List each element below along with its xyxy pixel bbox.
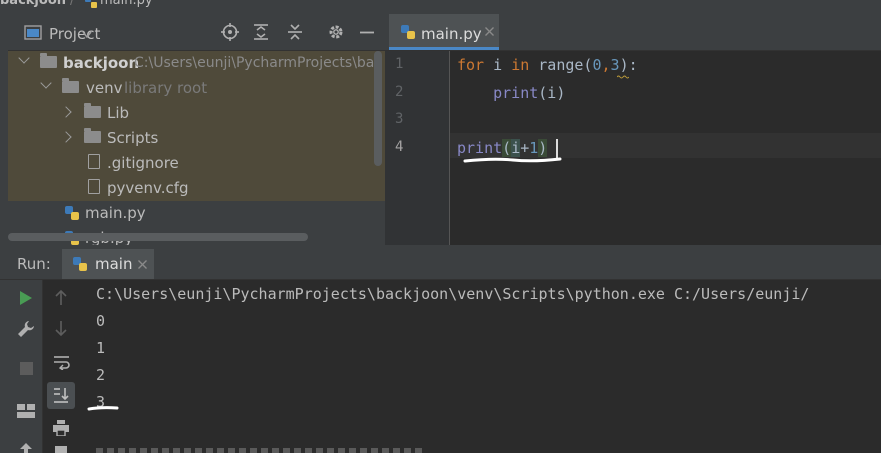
code-token: range( [529, 56, 593, 74]
tree-item-main-py[interactable]: main.py [8, 201, 385, 226]
run-toolbar-primary [0, 280, 43, 453]
python-file-icon [401, 25, 415, 39]
arrow-up-icon[interactable] [55, 290, 67, 306]
tree-item-scripts[interactable]: Scripts [8, 126, 385, 151]
chevron-down-icon[interactable] [18, 52, 30, 64]
tree-item-label: Scripts [107, 129, 159, 147]
chevron-right-icon[interactable] [60, 106, 72, 118]
tree-item-path: C:\Users\eunji\PycharmProjects\ba [134, 55, 375, 71]
python-file-icon [85, 0, 97, 8]
tree-item-pyvenv[interactable]: pyvenv.cfg [8, 176, 385, 201]
run-toolbar-secondary [43, 280, 79, 453]
tab-label: main.py [421, 25, 482, 43]
warning-squiggle [617, 75, 629, 79]
underline-annotation [463, 157, 562, 163]
tab-main-py[interactable]: main.py [389, 14, 499, 50]
collapse-all-icon[interactable] [287, 23, 303, 41]
expand-all-icon[interactable] [253, 23, 269, 41]
console-line: C:\Users\eunji\PycharmProjects\backjoon\… [96, 285, 810, 303]
console-line: 0 [96, 312, 106, 330]
tree-item-label: Lib [107, 104, 130, 122]
close-icon[interactable] [485, 27, 494, 36]
console-line: 2 [96, 366, 106, 384]
underline-annotation [87, 406, 119, 411]
code-token: ): [619, 56, 638, 74]
project-panel-header: Project [8, 14, 385, 51]
tab-run-main[interactable]: main [62, 249, 154, 279]
line-number-current: 4 [395, 139, 404, 155]
chevron-down-icon[interactable] [82, 31, 92, 39]
breadcrumb: backjoon / main.py [0, 0, 881, 14]
run-icon[interactable] [19, 290, 33, 306]
run-label: Run: [17, 255, 51, 273]
horizontal-scrollbar[interactable] [8, 233, 308, 241]
tree-item-label: venv [86, 79, 123, 97]
number-literal: 3 [610, 56, 620, 74]
tab-label: main [95, 255, 133, 273]
line-number: 3 [395, 111, 404, 127]
file-icon [88, 154, 100, 169]
stop-icon[interactable] [20, 362, 33, 375]
breadcrumb-project[interactable]: backjoon [0, 0, 66, 8]
breadcrumb-file[interactable]: main.py [100, 0, 153, 8]
run-console[interactable]: C:\Users\eunji\PycharmProjects\backjoon\… [80, 280, 881, 453]
scroll-to-end-toggle[interactable] [47, 382, 75, 409]
tree-item-hint: library root [124, 79, 208, 97]
print-icon[interactable] [53, 420, 69, 436]
locate-file-icon[interactable] [221, 23, 239, 41]
folder-icon [40, 53, 57, 68]
console-line-partial [96, 448, 426, 453]
code-line-2: print(i) [457, 84, 565, 102]
tree-item-label: main.py [85, 204, 146, 222]
project-panel-title[interactable]: Project [49, 25, 100, 43]
gear-icon[interactable] [327, 23, 345, 41]
soft-wrap-icon[interactable] [53, 354, 70, 370]
console-line: 1 [96, 339, 106, 357]
arrow-down-icon[interactable] [55, 320, 67, 336]
number-literal: 0 [592, 56, 602, 74]
code-token: i [484, 56, 512, 74]
tree-item-venv[interactable]: venv library root [8, 76, 385, 101]
wrench-icon[interactable] [17, 320, 35, 338]
tree-item-gitignore[interactable]: .gitignore [8, 151, 385, 176]
run-panel-header: Run: main [0, 249, 881, 280]
line-number: 2 [395, 84, 404, 100]
chevron-down-icon[interactable] [40, 77, 52, 89]
project-panel: Project backjoon C:\Users\eunji\PycharmP… [8, 14, 385, 245]
keyword: for [457, 56, 485, 74]
chevron-right-icon[interactable] [60, 131, 72, 143]
scroll-to-end-icon [54, 388, 69, 403]
folder-icon [84, 103, 101, 118]
line-number: 1 [395, 56, 404, 72]
delete-icon[interactable] [53, 446, 69, 453]
builtin-function: print [493, 84, 539, 102]
pin-icon[interactable] [19, 443, 33, 453]
breadcrumb-separator: / [70, 0, 75, 8]
code-editor[interactable]: for i in range(0,3): print(i) print(i+1) [450, 51, 881, 245]
file-icon [88, 179, 100, 194]
tree-item-backjoon[interactable]: backjoon C:\Users\eunji\PycharmProjects\… [8, 51, 385, 76]
close-icon[interactable] [138, 260, 147, 269]
tree-item-label: pyvenv.cfg [107, 179, 189, 197]
tree-item-label: backjoon [63, 54, 140, 72]
folder-icon [84, 128, 101, 143]
project-tree: backjoon C:\Users\eunji\PycharmProjects\… [8, 51, 385, 245]
tree-item-lib[interactable]: Lib [8, 101, 385, 126]
tree-item-label: .gitignore [107, 154, 179, 172]
code-token: (i) [538, 84, 566, 102]
vertical-scrollbar[interactable] [374, 51, 382, 166]
keyword: in [511, 56, 530, 74]
project-window-icon [24, 25, 42, 40]
line-number-gutter: 1 2 3 4 [385, 51, 450, 245]
code-line-1: for i in range(0,3): [457, 56, 638, 74]
python-file-icon [65, 206, 79, 220]
python-file-icon [73, 257, 87, 271]
folder-icon [62, 78, 79, 93]
code-token: , [601, 56, 611, 74]
layout-icon[interactable] [17, 404, 35, 418]
minimize-icon[interactable] [360, 31, 374, 34]
editor-tabs: main.py [385, 14, 881, 51]
